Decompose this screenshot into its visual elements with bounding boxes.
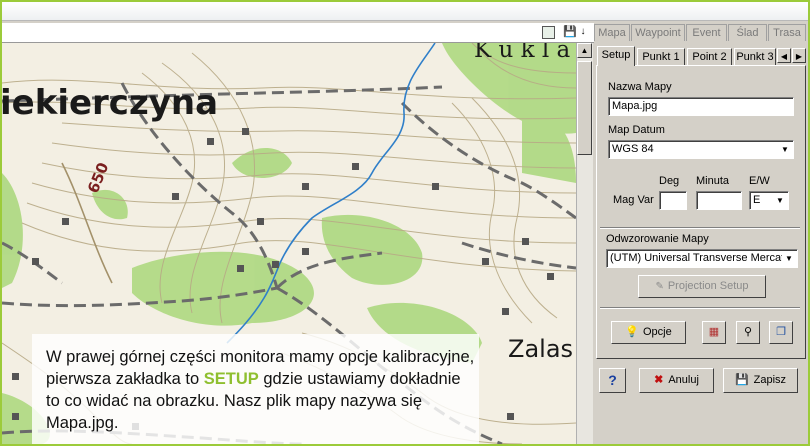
save-download-icon[interactable]: 💾 — [563, 25, 577, 39]
setup-highlight: SETUP — [203, 370, 259, 388]
magvar-ew-select[interactable]: E ▼ — [749, 191, 789, 210]
tab-trasa[interactable]: Trasa — [768, 24, 806, 41]
chevron-down-icon[interactable]: ▼ — [773, 193, 787, 208]
tab-point-2[interactable]: Point 2 — [687, 48, 732, 65]
save-label: Zapisz — [753, 374, 787, 386]
projection-setup-label: Projection Setup — [667, 280, 749, 292]
map-vertical-scrollbar[interactable]: ▲ — [576, 43, 593, 444]
projection-value: (UTM) Universal Transverse Mercat — [610, 252, 785, 264]
magvar-ew-value: E — [753, 194, 761, 206]
calendar-icon[interactable]: ▦ — [702, 321, 726, 344]
chevron-down-icon[interactable]: ▼ — [778, 142, 792, 157]
place-name-3: Zalas — [508, 335, 574, 363]
tab-waypoint[interactable]: Waypoint — [631, 24, 685, 41]
window-top-band — [2, 2, 808, 21]
image-icon[interactable] — [542, 26, 555, 39]
deg-label: Deg — [659, 175, 680, 187]
map-datum-select[interactable]: WGS 84 ▼ — [608, 140, 794, 159]
down-arrow-icon[interactable]: ↓ — [576, 25, 590, 39]
place-name-1: iekierczyna — [2, 83, 219, 123]
chevron-down-icon[interactable]: ▼ — [782, 251, 796, 266]
ew-label: E/W — [749, 175, 770, 187]
scrollbar-thumb[interactable] — [577, 61, 592, 155]
help-button[interactable]: ? — [599, 368, 626, 393]
opcje-label: Opcje — [642, 326, 672, 338]
tab-punkt-1[interactable]: Punkt 1 — [637, 48, 685, 65]
save-button[interactable]: 💾 Zapisz — [723, 368, 798, 393]
magvar-minuta-field[interactable] — [696, 191, 742, 210]
map-name-field[interactable]: Mapa.jpg — [608, 97, 794, 116]
instruction-text: W prawej górnej części monitora mamy opc… — [46, 346, 476, 434]
close-icon: ✖ — [654, 374, 664, 386]
tab-punkt-3[interactable]: Punkt 3 — [734, 48, 776, 65]
map-view[interactable]: iekierczyna K u k l a Zalas 650 W prawej… — [2, 43, 576, 444]
calibration-window: 💾 ↓ iekierczyna K u k l a Zalas 650 W pr… — [2, 2, 808, 444]
magvar-label: Mag Var — [613, 194, 654, 206]
magvar-deg-field[interactable] — [659, 191, 687, 210]
tab-scroll-right-icon[interactable]: ▶ — [792, 48, 806, 63]
map-name-label: Nazwa Mapy — [608, 81, 672, 93]
projection-setup-button[interactable]: ✎ Projection Setup — [638, 275, 766, 298]
tab-scroll-left-icon[interactable]: ◀ — [777, 48, 791, 63]
tab-mapa[interactable]: Mapa — [594, 24, 630, 41]
ruler-icon: ✎ — [655, 281, 664, 292]
setup-page: Nazwa Mapy Mapa.jpg Map Datum WGS 84 ▼ De… — [596, 65, 806, 359]
tab-event[interactable]: Event — [686, 24, 727, 41]
projection-select[interactable]: (UTM) Universal Transverse Mercat ▼ — [606, 249, 798, 268]
map-datum-label: Map Datum — [608, 124, 665, 136]
top-tabs: Mapa Waypoint Event Ślad Trasa — [594, 24, 808, 42]
tab-setup[interactable]: Setup — [597, 46, 635, 66]
place-name-2: K u k l a — [474, 43, 571, 63]
save-icon: 💾 — [734, 374, 749, 386]
separator — [600, 227, 800, 229]
instruction-overlay: W prawej górnej części monitora mamy opc… — [32, 334, 479, 444]
cancel-button[interactable]: ✖ Anuluj — [639, 368, 714, 393]
opcje-button[interactable]: 💡 Opcje — [611, 321, 686, 344]
scroll-up-button[interactable]: ▲ — [577, 43, 592, 58]
projection-label: Odwzorowanie Mapy — [606, 233, 709, 245]
bulb-icon: 💡 — [625, 326, 639, 338]
cancel-label: Anuluj — [668, 374, 699, 386]
minuta-label: Minuta — [696, 175, 730, 187]
magnifier-icon[interactable]: ⚲ — [736, 321, 760, 344]
separator — [600, 307, 800, 309]
map-datum-value: WGS 84 — [612, 143, 654, 155]
windows-icon[interactable]: ❐ — [769, 321, 793, 344]
tab-slad[interactable]: Ślad — [728, 24, 767, 41]
map-toolbar: 💾 ↓ — [2, 23, 594, 43]
settings-panel: Setup Punkt 1 Point 2 Punkt 3 ◀ ▶ Nazwa … — [594, 44, 808, 444]
